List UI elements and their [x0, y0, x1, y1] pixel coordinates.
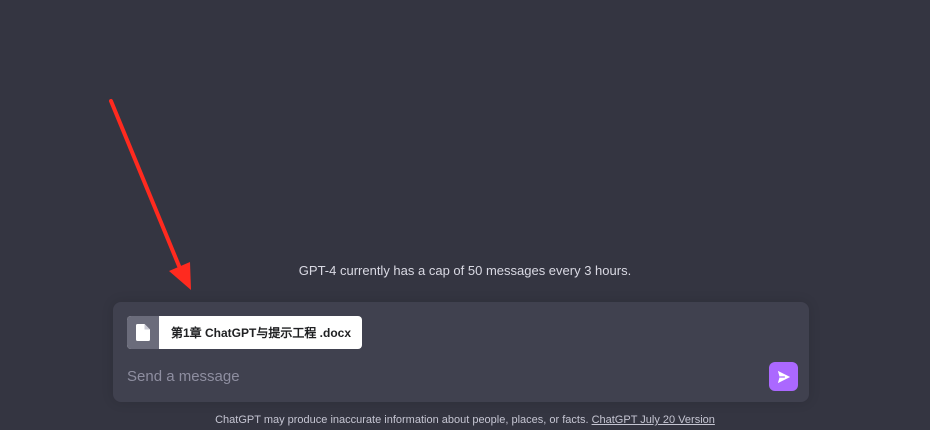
chat-page: GPT-4 currently has a cap of 50 messages… [0, 0, 930, 430]
send-icon [777, 370, 790, 383]
message-input[interactable] [127, 364, 747, 388]
document-icon [127, 316, 159, 349]
attachment-file-name: 第1章 ChatGPT与提示工程 .docx [171, 326, 352, 340]
footer-disclaimer: ChatGPT may produce inaccurate informati… [0, 413, 930, 427]
message-composer: 第1章 ChatGPT与提示工程 .docx [113, 302, 809, 402]
send-button[interactable] [769, 362, 798, 391]
disclaimer-text: ChatGPT may produce inaccurate informati… [215, 414, 589, 426]
version-link[interactable]: ChatGPT July 20 Version [592, 414, 715, 426]
file-attachment-chip[interactable]: 第1章 ChatGPT与提示工程 .docx [127, 316, 363, 349]
usage-cap-notice: GPT-4 currently has a cap of 50 messages… [298, 263, 632, 278]
